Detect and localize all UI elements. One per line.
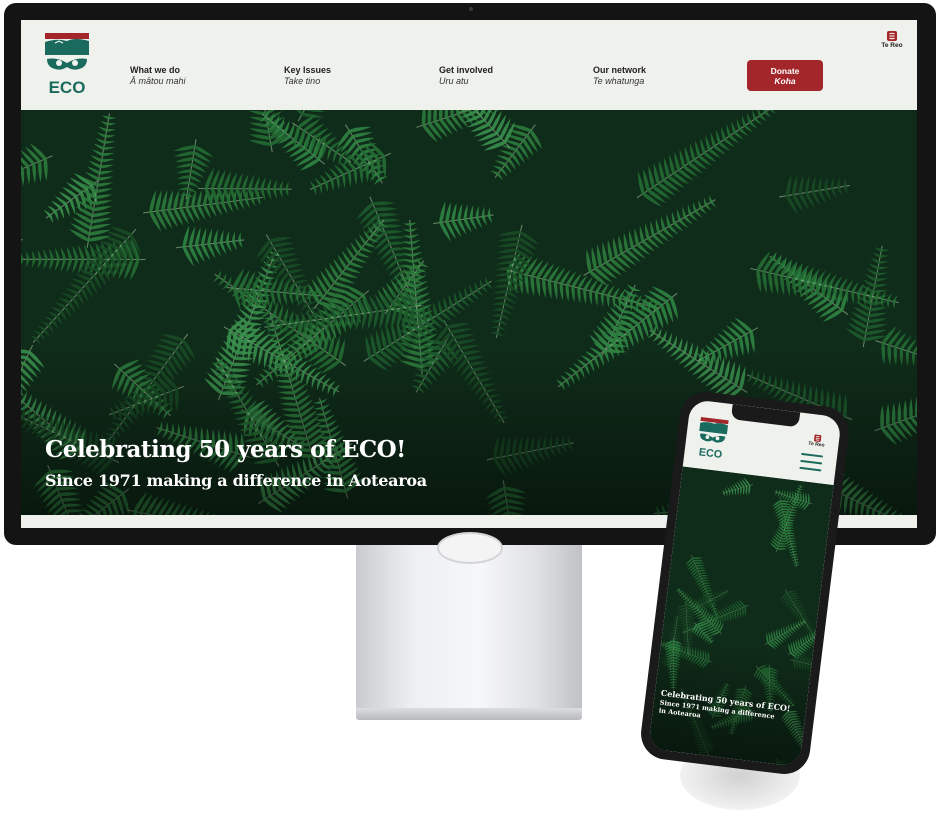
hero-subtitle: Since 1971 making a difference in Aotear… — [45, 471, 427, 490]
monitor-stand-base — [356, 708, 582, 720]
phone-notch — [730, 404, 801, 428]
hamburger-menu-icon[interactable] — [799, 452, 824, 474]
donate-label-maori: Koha — [774, 76, 796, 86]
donate-button[interactable]: Donate Koha — [747, 60, 823, 91]
hero-title: Celebrating 50 years of ECO! — [45, 436, 406, 463]
nav-what-we-do[interactable]: What we do Ā mātou mahi — [130, 65, 186, 87]
monitor-camera — [469, 7, 473, 11]
language-icon — [887, 31, 897, 41]
nav-label: Key Issues — [284, 65, 332, 75]
mobile-language-toggle[interactable]: Te Reo — [806, 434, 827, 449]
nav-our-network[interactable]: Our network Te whatunga — [593, 65, 646, 87]
nav-label-maori: Uru atu — [439, 76, 469, 86]
donate-label: Donate — [770, 66, 800, 76]
mobile-language-label: Te Reo — [807, 440, 825, 449]
mobile-hero-banner: Celebrating 50 years of ECO! Since 1971 … — [648, 466, 834, 767]
nav-label-maori: Te whatunga — [593, 76, 645, 86]
mobile-logo-text: ECO — [698, 446, 723, 461]
monitor-stand — [356, 545, 582, 710]
language-toggle[interactable]: Te Reo — [879, 31, 905, 49]
site-header: ECO What we do Ā mātou mahi Key Issues T… — [21, 20, 917, 110]
mobile-screen: ECO Te Reo Celebrating 50 years of ECO! … — [648, 399, 842, 767]
nav-label-maori: Take tino — [284, 76, 321, 86]
stand-cable-hole — [437, 532, 503, 564]
mobile-eco-logo[interactable]: ECO — [696, 416, 729, 461]
nav-key-issues[interactable]: Key Issues Take tino — [284, 65, 331, 87]
language-toggle-label: Te Reo — [881, 42, 903, 49]
nav-label: What we do — [130, 65, 180, 75]
eco-logo[interactable]: ECO — [45, 33, 89, 97]
nav-label-maori: Ā mātou mahi — [130, 76, 186, 86]
nav-get-involved[interactable]: Get involved Uru atu — [439, 65, 493, 87]
logo-text: ECO — [49, 78, 86, 97]
nav-label: Get involved — [439, 65, 494, 75]
nav-label: Our network — [593, 65, 647, 75]
